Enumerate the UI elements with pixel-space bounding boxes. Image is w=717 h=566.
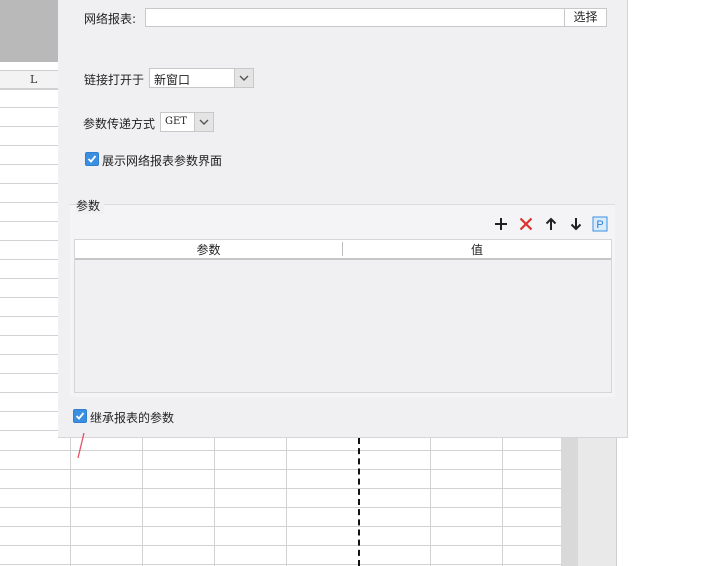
column-header-value[interactable]: 值 (343, 241, 611, 258)
grid-row-line (0, 259, 58, 260)
sheet-gray-area (0, 0, 58, 62)
grid-row-line (0, 202, 58, 203)
table-header: 参数 值 (75, 240, 611, 260)
params-table[interactable]: 参数 值 (74, 239, 612, 393)
show-params-label: 展示网络报表参数界面 (102, 154, 223, 168)
sheet-gray-margin (561, 438, 578, 566)
grid-row-line (0, 126, 58, 127)
move-up-icon[interactable] (543, 216, 559, 232)
red-cursor-mark-icon (77, 432, 85, 459)
grid-row-line (0, 88, 58, 89)
param-method-value: GET (165, 116, 187, 127)
grid-row-line (0, 164, 58, 165)
sheet-gray-margin-2 (578, 438, 617, 566)
grid-row-line (0, 183, 58, 184)
add-icon[interactable] (493, 216, 509, 232)
grid-col-line (142, 438, 143, 566)
page-break-line (358, 438, 360, 566)
inherit-params-checkbox[interactable] (73, 409, 87, 423)
network-report-label: 网络报表: (84, 12, 137, 26)
show-params-checkbox[interactable] (85, 152, 99, 166)
params-group-title: 参数 (76, 197, 105, 214)
grid-row-line (0, 354, 58, 355)
grid-row-line (0, 411, 58, 412)
grid-row-line (0, 107, 58, 108)
column-header-label: L (30, 73, 38, 86)
chevron-down-icon[interactable] (234, 69, 253, 87)
grid-col-line (430, 438, 431, 566)
grid-row-line (0, 240, 58, 241)
column-header-param[interactable]: 参数 (75, 241, 342, 258)
network-report-input[interactable] (145, 8, 571, 27)
grid-col-line (502, 438, 503, 566)
sheet-right-border (616, 438, 617, 566)
grid-row-line (0, 335, 58, 336)
open-link-value: 新窗口 (154, 73, 191, 87)
grid-col-line (70, 438, 71, 566)
grid-row-line (0, 221, 58, 222)
grid-row-line (0, 278, 58, 279)
open-link-select[interactable]: 新窗口 (149, 68, 254, 88)
choose-button[interactable]: 选择 (564, 8, 607, 27)
move-down-icon[interactable] (568, 216, 584, 232)
grid-col-line (286, 438, 287, 566)
grid-row-line (0, 545, 561, 546)
grid-row-line (0, 316, 58, 317)
delete-icon[interactable] (518, 216, 534, 232)
inherit-params-label: 继承报表的参数 (90, 411, 175, 425)
grid-row-line (0, 145, 58, 146)
grid-row-line (0, 430, 58, 431)
grid-col-line (214, 438, 215, 566)
grid-row-line (0, 373, 58, 374)
param-method-label: 参数传递方式 (83, 117, 156, 131)
column-header[interactable]: L (0, 70, 58, 90)
grid-row-line (0, 526, 561, 527)
open-link-label: 链接打开于 (84, 73, 145, 87)
grid-row-line (0, 392, 58, 393)
grid-row-line (0, 507, 561, 508)
grid-row-line (0, 488, 561, 489)
grid-row-line (0, 564, 561, 565)
grid-row-line (0, 469, 561, 470)
parameter-p-icon[interactable]: P (592, 216, 608, 232)
chevron-down-icon[interactable] (194, 113, 213, 131)
grid-row-line (0, 297, 58, 298)
param-method-select[interactable]: GET (160, 112, 214, 132)
svg-text:P: P (596, 219, 603, 231)
